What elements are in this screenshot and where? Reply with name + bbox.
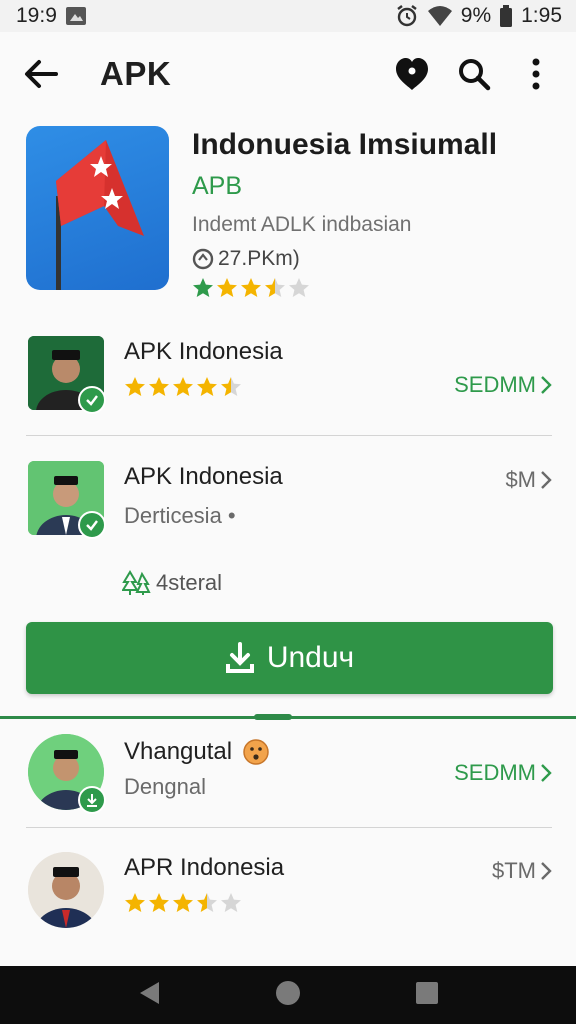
chevron-right-icon (541, 764, 552, 782)
chevron-right-icon (541, 862, 552, 880)
list-item-action[interactable]: SEDMM (454, 372, 552, 398)
download-icon (225, 642, 254, 673)
star-icon (217, 278, 237, 297)
list-item[interactable]: Vhangutal Dengnal SEDMM (0, 734, 576, 814)
star-icon (221, 377, 241, 396)
app-bar: APK (0, 32, 576, 116)
developer-link[interactable]: APB (192, 172, 497, 201)
star-icon (289, 278, 309, 297)
app-header: Indonuesia Imsiumall APB Indemt ADLK ind… (0, 116, 576, 312)
star-icon (149, 377, 169, 396)
list-item-title: APR Indonesia (124, 854, 285, 881)
divider (26, 827, 552, 828)
heart-icon (396, 58, 428, 90)
list-item-title: APK Indonesia (124, 463, 283, 490)
back-triangle-icon (139, 981, 159, 1004)
search-icon (459, 59, 491, 91)
tree-icon (122, 570, 151, 595)
star-icon (125, 377, 145, 396)
list-item[interactable]: APK Indonesia Derticesia • $M (0, 461, 576, 539)
list-item-action[interactable]: $M (505, 467, 552, 493)
alarm-icon (395, 4, 419, 28)
avatar (28, 734, 106, 814)
battery-percent: 9% (460, 4, 492, 27)
nav-home-button[interactable] (274, 979, 302, 1012)
list-item-action-label: SEDMM (454, 372, 536, 397)
star-icon (241, 278, 261, 297)
list-item-action-label: $TM (492, 858, 536, 883)
star-icon (173, 377, 193, 396)
app-category: Indemt ADLK indbasian (192, 213, 412, 236)
list-item-action[interactable]: SEDMM (454, 760, 552, 786)
download-badge-icon (78, 786, 106, 814)
search-button[interactable] (456, 56, 492, 92)
back-button[interactable] (22, 53, 64, 95)
star-icon (197, 377, 217, 396)
list-item-title: Vhangutal (124, 738, 233, 765)
list-item-action-label: $M (505, 467, 536, 492)
back-arrow-icon (25, 60, 58, 88)
rating-stars (192, 277, 497, 299)
more-vert-icon (532, 58, 540, 90)
list-item[interactable]: APR Indonesia $TM (0, 852, 576, 928)
home-circle-icon (275, 980, 300, 1005)
download-count: 27.PKm) (192, 247, 497, 271)
verified-badge-icon (78, 386, 106, 414)
emoji-icon (243, 739, 269, 765)
app-icon[interactable] (26, 126, 169, 290)
star-icon (125, 893, 145, 912)
list-item[interactable]: APK Indonesia SEDMM (0, 336, 576, 414)
download-count-icon (192, 248, 214, 270)
star-icon (149, 893, 169, 912)
status-time-right: 1:95 (521, 4, 562, 27)
status-bar: 19:9 9% 1:95 (0, 0, 576, 32)
recents-square-icon (416, 981, 439, 1004)
system-nav-bar (0, 966, 576, 1024)
star-icon (193, 278, 213, 297)
download-count-value: 27.PKm) (218, 247, 300, 270)
install-button-label: Unduч (266, 641, 355, 674)
rating-stars (124, 892, 552, 914)
divider (26, 435, 552, 436)
nav-recents-button[interactable] (415, 981, 439, 1010)
nav-back-button[interactable] (137, 980, 161, 1011)
star-icon (197, 893, 217, 912)
star-icon (265, 278, 285, 297)
favorite-button[interactable] (394, 56, 430, 92)
avatar (28, 852, 104, 928)
star-icon (173, 893, 193, 912)
list-item-subtitle: Derticesia • (124, 503, 236, 528)
install-button[interactable]: Unduч (26, 622, 553, 694)
wifi-icon (427, 5, 453, 27)
chevron-right-icon (541, 376, 552, 394)
chevron-right-icon (541, 471, 552, 489)
app-details-page: APK Indonuesia Imsiumall APB Indemt ADLK… (0, 32, 576, 966)
verified-badge-icon (78, 511, 106, 539)
avatar (28, 461, 106, 539)
more-options-button[interactable] (518, 56, 554, 92)
page-title: APK (100, 55, 172, 92)
app-name: Indonuesia Imsiumall (192, 128, 498, 161)
list-item-title: APK Indonesia (124, 338, 283, 365)
list-item-action[interactable]: $TM (492, 858, 552, 884)
battery-icon (499, 5, 513, 27)
list-item-action-label: SEDMM (454, 760, 536, 785)
sheet-drag-handle[interactable] (254, 714, 292, 720)
status-time-left: 19:9 (16, 4, 57, 27)
star-icon (221, 893, 241, 912)
avatar (28, 336, 106, 414)
list-item-tag-label: 4steral (156, 570, 223, 595)
screenshot-icon (65, 6, 87, 26)
list-item-tag: 4steral (122, 570, 222, 596)
